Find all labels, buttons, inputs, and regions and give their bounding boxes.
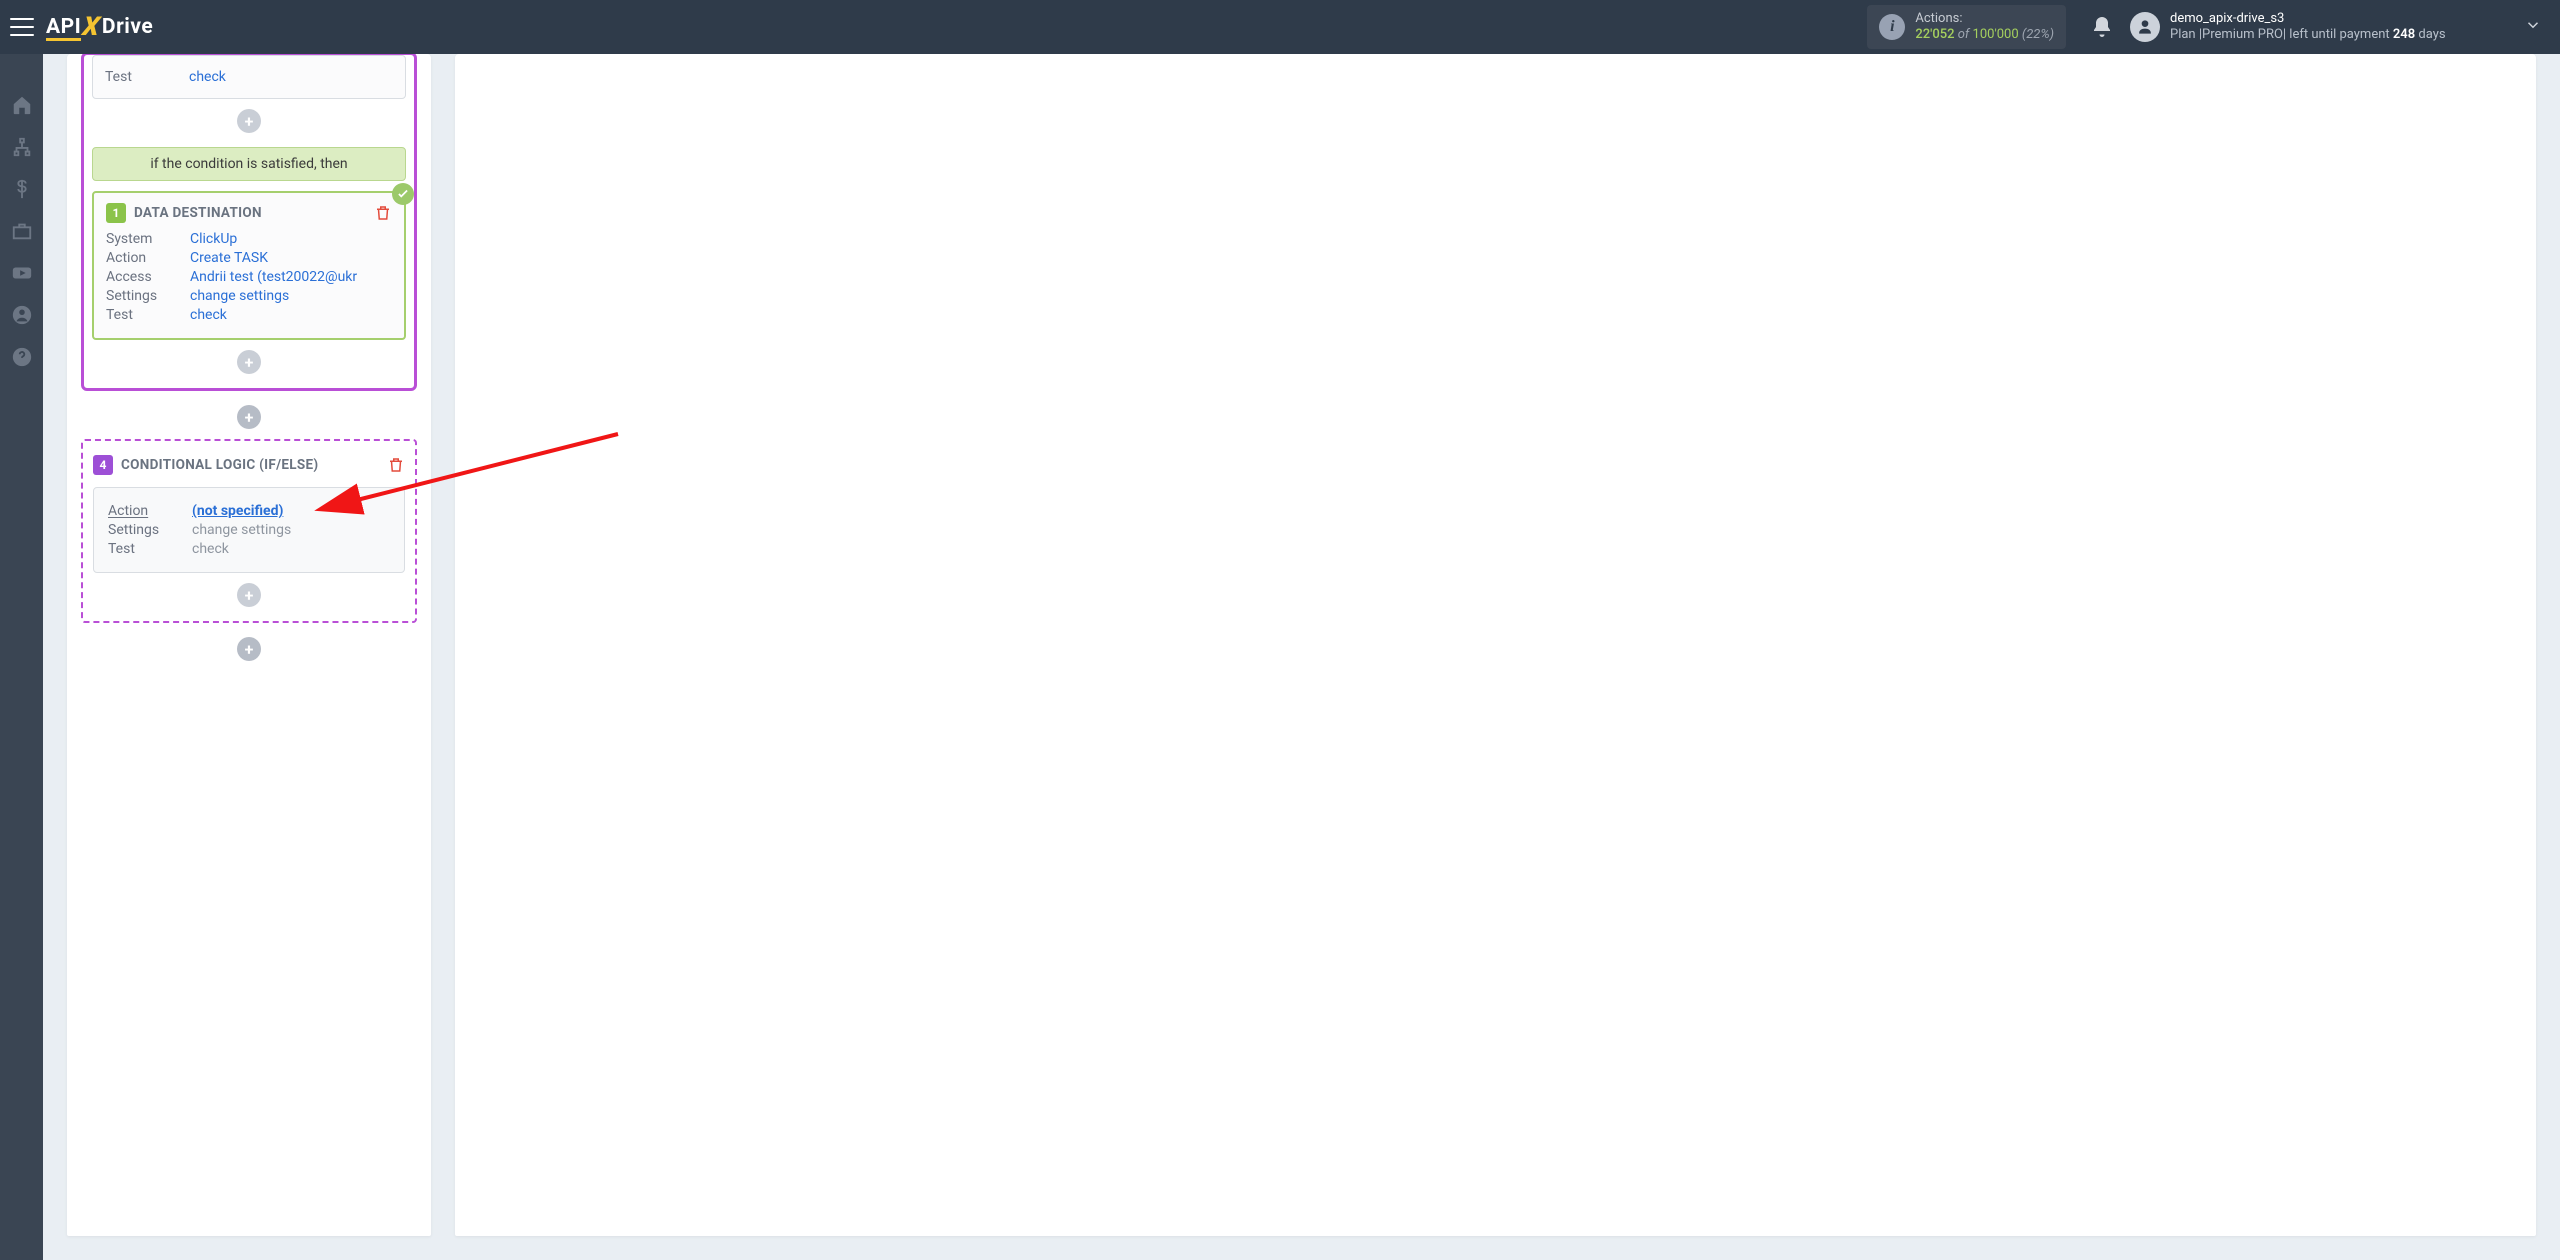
plan-prefix: Plan |Premium PRO| left until payment — [2170, 27, 2393, 42]
cond-number-badge: 4 — [93, 455, 113, 475]
add-step-button[interactable]: + — [237, 109, 261, 133]
user-text: demo_apix-drive_s3 Plan |Premium PRO| le… — [2170, 11, 2446, 44]
add-step-button-2[interactable]: + — [237, 350, 261, 374]
user-chip[interactable]: demo_apix-drive_s3 Plan |Premium PRO| le… — [2130, 11, 2550, 44]
trash-icon[interactable] — [387, 456, 405, 474]
sitemap-icon[interactable] — [11, 136, 33, 158]
dest-system-link[interactable]: ClickUp — [190, 231, 237, 247]
dest-action-link[interactable]: Create TASK — [190, 250, 268, 266]
add-block-button[interactable]: + — [237, 405, 261, 429]
actions-current: 22'052 — [1915, 27, 1954, 42]
topbar: API X Drive i Actions: 22'052 of 100'000… — [0, 0, 2560, 54]
actions-percent: (22%) — [2022, 27, 2054, 42]
actions-max: 100'000 — [1973, 27, 2019, 42]
cond-action-link[interactable]: (not specified) — [192, 503, 283, 519]
actions-chip[interactable]: i Actions: 22'052 of 100'000 (22%) — [1867, 5, 2066, 50]
user-name: demo_apix-drive_s3 — [2170, 11, 2446, 27]
source-card-partial: Test check — [92, 55, 406, 99]
sidebar — [0, 54, 43, 1260]
dest-settings-link[interactable]: change settings — [190, 288, 289, 304]
condition-bar: if the condition is satisfied, then — [92, 147, 406, 181]
flow-panel: Test check + if the condition is satisfi… — [67, 54, 431, 1236]
actions-of: of — [1958, 27, 1970, 42]
dest-title: DATA DESTINATION — [134, 205, 262, 221]
plan-days: 248 — [2393, 27, 2415, 42]
add-step-button-3[interactable]: + — [237, 583, 261, 607]
menu-icon[interactable] — [10, 15, 34, 39]
help-icon[interactable] — [11, 346, 33, 368]
dest-number-badge: 1 — [106, 203, 126, 223]
add-block-button-2[interactable]: + — [237, 637, 261, 661]
check-badge-icon — [392, 183, 414, 205]
workspace: Test check + if the condition is satisfi… — [43, 54, 2560, 1260]
cond-title: CONDITIONAL LOGIC (IF/ELSE) — [121, 457, 318, 473]
actions-label: Actions: — [1915, 11, 2054, 27]
dollar-icon[interactable] — [11, 178, 33, 200]
conditional-block-new: 4 CONDITIONAL LOGIC (IF/ELSE) Action(not… — [81, 439, 417, 623]
dest-access-link[interactable]: Andrii test (test20022@ukr — [190, 269, 357, 285]
briefcase-icon[interactable] — [11, 220, 33, 242]
logo[interactable]: API X Drive — [46, 12, 153, 42]
detail-panel — [455, 54, 2536, 1236]
logo-right: Drive — [102, 15, 153, 39]
user-icon[interactable] — [11, 304, 33, 326]
avatar-icon — [2130, 12, 2160, 42]
logo-x-icon: X — [81, 12, 102, 42]
info-icon: i — [1879, 14, 1905, 40]
cond-settings-text: change settings — [192, 522, 291, 538]
actions-text: Actions: 22'052 of 100'000 (22%) — [1915, 11, 2054, 44]
dest-test-link[interactable]: check — [190, 307, 227, 323]
row-v-check[interactable]: check — [189, 69, 226, 85]
logo-left: API — [46, 15, 81, 39]
plan-suffix: days — [2415, 27, 2445, 42]
row-k-test: Test — [105, 69, 177, 85]
cond-test-text: check — [192, 541, 229, 557]
chevron-down-icon — [2524, 16, 2542, 38]
if-else-block: Test check + if the condition is satisfi… — [81, 54, 417, 391]
youtube-icon[interactable] — [11, 262, 33, 284]
home-icon[interactable] — [11, 94, 33, 116]
bell-icon[interactable] — [2090, 15, 2114, 39]
destination-card: 1 DATA DESTINATION SystemClickUp ActionC… — [92, 191, 406, 340]
trash-icon[interactable] — [374, 204, 392, 222]
